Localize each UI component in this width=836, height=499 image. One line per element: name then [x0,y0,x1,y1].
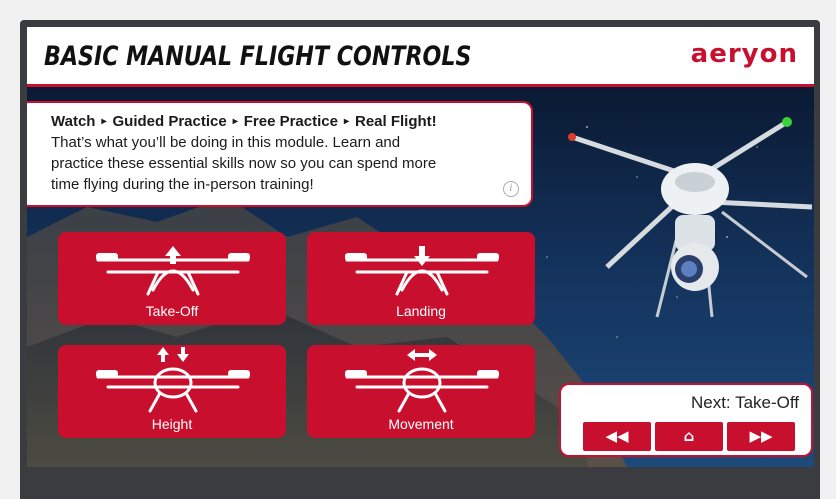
intro-text-box: Watch ▸ Guided Practice ▸ Free Practice ▸ Real… [27,101,533,207]
slide-header: BASIC MANUAL FLIGHT CONTROLS aeryon [27,27,814,87]
background-scene: Watch ▸ Guided Practice ▸ Free Practice ▸ Real… [27,87,814,467]
intro-line-3: time flying during the in-person trainin… [51,176,314,193]
home-icon: ⌂ [683,427,695,445]
step-guided-practice: Guided Practice [112,113,227,130]
height-label: Height [151,416,193,432]
landing-label: Landing [396,303,446,319]
takeoff-button[interactable]: Take-Off [58,232,286,325]
module-steps: Watch ▸ Guided Practice ▸ Free Practice ▸ Real… [51,111,519,132]
next-label: Next: Take-Off [690,393,799,412]
forward-button[interactable]: ▶▶ [727,422,795,451]
fast-forward-icon: ▶▶ [749,427,773,445]
player-footer-bar [27,467,814,499]
step-free-practice: Free Practice [243,113,338,130]
intro-line-1: That’s what you’ll be doing in this modu… [51,134,401,151]
step-arrow-icon: ▸ [101,116,107,127]
step-watch: Watch [51,113,96,130]
navigation-panel: Next: Take-Off ◀◀ ⌂ ▶▶ [559,383,813,457]
movement-label: Movement [388,416,454,432]
drone-horizontal-arrows-icon [345,349,499,413]
step-real-flight: Real Flight! [355,113,437,130]
drone-up-arrow-icon [96,246,250,296]
slide: BASIC MANUAL FLIGHT CONTROLS aeryon Watc… [27,27,814,467]
intro-line-2: practice these essential skills now so y… [51,155,437,172]
drone-down-arrow-icon [345,246,499,296]
step-arrow-icon: ▸ [343,116,349,127]
height-button[interactable]: Height [58,345,286,438]
page-title: BASIC MANUAL FLIGHT CONTROLS [44,41,472,72]
home-button[interactable]: ⌂ [655,422,723,451]
rewind-icon: ◀◀ [605,427,629,445]
aeryon-logo: aeryon [690,39,798,69]
info-icon[interactable]: i [503,181,519,197]
landing-button[interactable]: Landing [307,232,535,325]
step-arrow-icon: ▸ [232,116,238,127]
takeoff-label: Take-Off [145,303,199,319]
back-button[interactable]: ◀◀ [583,422,651,451]
movement-button[interactable]: Movement [307,345,535,438]
drone-vertical-arrows-icon [96,347,250,413]
